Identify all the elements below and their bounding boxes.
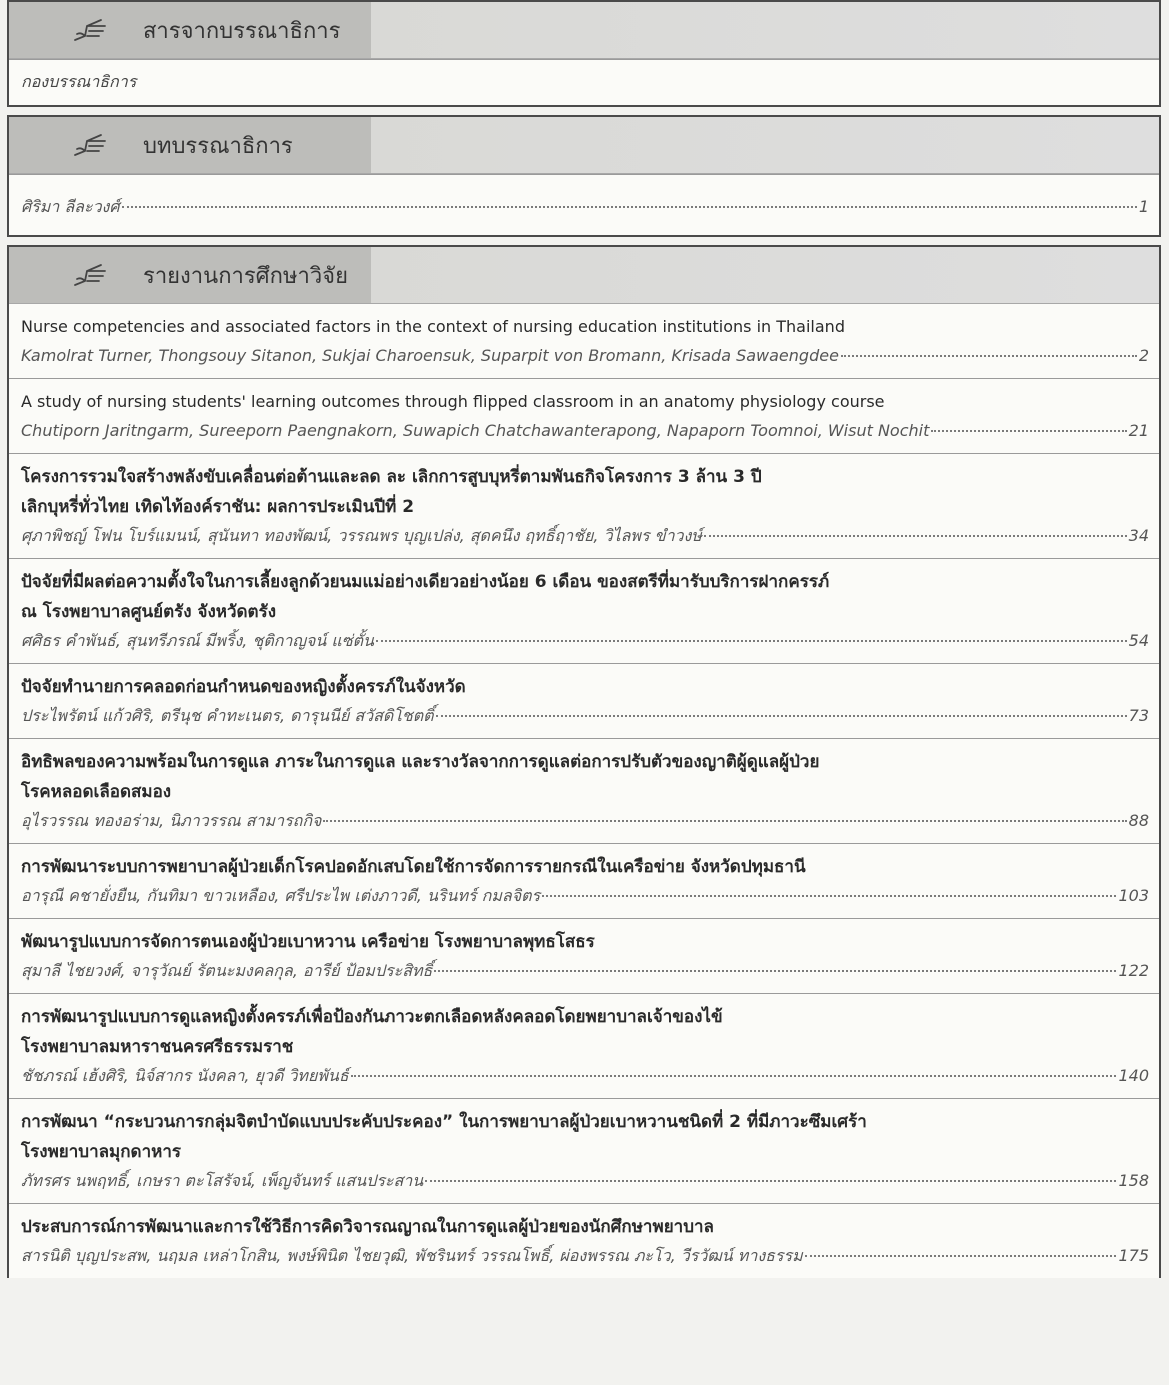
entry-title: โรงพยาบาลมุกดาหาร: [21, 1142, 181, 1162]
entry-page: 34: [1128, 526, 1149, 545]
entry-title: โรงพยาบาลมหาราชนครศรีธรรมราช: [21, 1037, 294, 1057]
entry-author-line: Kamolrat Turner, Thongsouy Sitanon, Sukj…: [21, 342, 1149, 370]
entry-author-line: อุไรวรรณ ทองอร่าม, นิภาวรรณ สามารถกิจ 88: [21, 807, 1149, 835]
entry-authors: สุมาลี ไชยวงศ์, จารุวัณย์ รัตนะมงคลกุล, …: [21, 961, 433, 980]
entry-page: 122: [1118, 961, 1149, 980]
section-title: บทบรรณาธิการ: [143, 133, 293, 159]
entry-list: Nurse competencies and associated factor…: [9, 304, 1159, 1278]
toc-entry[interactable]: ศิริมา ลีละวงศ์ 1: [9, 174, 1159, 235]
toc-entry[interactable]: A study of nursing students' learning ou…: [9, 378, 1159, 453]
toc-entry[interactable]: พัฒนารูปแบบการจัดการตนเองผู้ป่วยเบาหวาน …: [9, 918, 1159, 993]
entry-page: 88: [1128, 811, 1149, 830]
section-title: สารจากบรรณาธิการ: [143, 18, 341, 44]
section-header: บทบรรณาธิการ: [9, 117, 1159, 174]
entry-page: 1: [1138, 197, 1149, 216]
entry-authors: ศศิธร คำพันธ์, สุนทรีภรณ์ มีพริ้ง, ชุติก…: [21, 631, 374, 650]
entry-page: 103: [1118, 886, 1149, 905]
leader-dots: [840, 355, 1137, 357]
leader-dots: [323, 820, 1127, 822]
toc-entry[interactable]: ประสบการณ์การพัฒนาและการใช้วิธีการคิดวิจ…: [9, 1203, 1159, 1278]
entry-author-line: ศิริมา ลีละวงศ์ 1: [21, 193, 1149, 221]
section-editor-message: สารจากบรรณาธิการ กองบรรณาธิการ: [7, 0, 1161, 107]
author-line: กองบรรณาธิการ: [9, 59, 1159, 105]
leader-dots: [425, 1180, 1117, 1182]
entry-authors: ศิริมา ลีละวงศ์: [21, 197, 120, 216]
entry-title: พัฒนารูปแบบการจัดการตนเองผู้ป่วยเบาหวาน …: [21, 932, 595, 952]
entry-author-line: ชัชภรณ์ เฮ้งศิริ, นิจ์สากร นังคลา, ยุวดี…: [21, 1062, 1149, 1090]
entry-authors: สารนิติ บุญประสพ, นฤมล เหล่าโกสิน, พงษ์พ…: [21, 1246, 803, 1265]
entry-authors: Kamolrat Turner, Thongsouy Sitanon, Sukj…: [21, 346, 839, 365]
entry-title: โครงการรวมใจสร้างพลังขับเคลื่อนต่อต้านแล…: [21, 467, 762, 487]
entry-author-line: ศศิธร คำพันธ์, สุนทรีภรณ์ มีพริ้ง, ชุติก…: [21, 627, 1149, 655]
entry-authors: ชัชภรณ์ เฮ้งศิริ, นิจ์สากร นังคลา, ยุวดี…: [21, 1066, 349, 1085]
leader-dots: [375, 640, 1127, 642]
toc-entry[interactable]: อิทธิพลของความพร้อมในการดูแล ภาระในการดู…: [9, 738, 1159, 843]
pointing-hand-icon: [74, 264, 106, 286]
entry-authors: ภัทรศร นพฤทธิ์, เกษรา ตะโสรัจน์, เพ็ญจัน…: [21, 1171, 424, 1190]
entry-title: อิทธิพลของความพร้อมในการดูแล ภาระในการดู…: [21, 752, 820, 772]
entry-page: 158: [1118, 1171, 1149, 1190]
entry-authors: อารุณี คชายั่งยืน, กันทิมา ขาวเหลือง, ศร…: [21, 886, 541, 905]
entry-authors: ศุภาพิชญ์ โฟน โบร์แมนน์, สุนันทา ทองพัฒน…: [21, 526, 702, 545]
entry-title: การพัฒนารูปแบบการดูแลหญิงตั้งครรภ์เพื่อป…: [21, 1007, 723, 1027]
entry-title: ปัจจัยที่มีผลต่อความตั้งใจในการเลี้ยงลูก…: [21, 572, 830, 592]
leader-dots: [703, 535, 1127, 537]
entry-authors: อุไรวรรณ ทองอร่าม, นิภาวรรณ สามารถกิจ: [21, 811, 322, 830]
entry-page: 2: [1138, 346, 1149, 365]
section-title: รายงานการศึกษาวิจัย: [143, 263, 348, 289]
leader-dots: [804, 1255, 1117, 1257]
section-header: สารจากบรรณาธิการ: [9, 2, 1159, 59]
pointing-hand-icon: [74, 19, 106, 41]
table-of-contents: สารจากบรรณาธิการ กองบรรณาธิการ บทบรรณาธิ…: [7, 0, 1161, 1286]
entry-title: การพัฒนาระบบการพยาบาลผู้ป่วยเด็กโรคปอดอั…: [21, 857, 806, 877]
toc-entry[interactable]: การพัฒนารูปแบบการดูแลหญิงตั้งครรภ์เพื่อป…: [9, 993, 1159, 1098]
entry-page: 54: [1128, 631, 1149, 650]
leader-dots: [121, 206, 1137, 208]
toc-entry[interactable]: ปัจจัยที่มีผลต่อความตั้งใจในการเลี้ยงลูก…: [9, 558, 1159, 663]
toc-entry[interactable]: การพัฒนาระบบการพยาบาลผู้ป่วยเด็กโรคปอดอั…: [9, 843, 1159, 918]
pointing-hand-icon: [74, 134, 106, 156]
leader-dots: [350, 1075, 1117, 1077]
entry-author-line: Chutiporn Jaritngarm, Sureeporn Paengnak…: [21, 417, 1149, 445]
entry-title: ประสบการณ์การพัฒนาและการใช้วิธีการคิดวิจ…: [21, 1217, 714, 1237]
entry-author-line: ประไพรัตน์ แก้วศิริ, ตรีนุช คำทะเนตร, ดา…: [21, 702, 1149, 730]
leader-dots: [542, 895, 1117, 897]
entry-page: 140: [1118, 1066, 1149, 1085]
entry-title: การพัฒนา “กระบวนการกลุ่มจิตบำบัดแบบประคั…: [21, 1112, 867, 1132]
section-research-reports: รายงานการศึกษาวิจัย Nurse competencies a…: [7, 245, 1161, 1278]
toc-entry[interactable]: การพัฒนา “กระบวนการกลุ่มจิตบำบัดแบบประคั…: [9, 1098, 1159, 1203]
toc-entry[interactable]: โครงการรวมใจสร้างพลังขับเคลื่อนต่อต้านแล…: [9, 453, 1159, 558]
entry-page: 175: [1118, 1246, 1149, 1265]
entry-author-line: อารุณี คชายั่งยืน, กันทิมา ขาวเหลือง, ศร…: [21, 882, 1149, 910]
leader-dots: [931, 430, 1127, 432]
entry-authors: ประไพรัตน์ แก้วศิริ, ตรีนุช คำทะเนตร, ดา…: [21, 706, 434, 725]
entry-title: เลิกบุหรี่ทั่วไทย เทิดไท้องค์ราชัน: ผลกา…: [21, 497, 415, 517]
section-header: รายงานการศึกษาวิจัย: [9, 247, 1159, 304]
entry-title: โรคหลอดเลือดสมอง: [21, 782, 172, 802]
leader-dots: [435, 715, 1127, 717]
entry-page: 73: [1128, 706, 1149, 725]
entry-author-line: สารนิติ บุญประสพ, นฤมล เหล่าโกสิน, พงษ์พ…: [21, 1242, 1149, 1270]
entry-title: Nurse competencies and associated factor…: [21, 317, 845, 336]
entry-title: A study of nursing students' learning ou…: [21, 392, 885, 411]
entry-title: ปัจจัยทำนายการคลอดก่อนกำหนดของหญิงตั้งคร…: [21, 677, 466, 697]
entry-author-line: ศุภาพิชญ์ โฟน โบร์แมนน์, สุนันทา ทองพัฒน…: [21, 522, 1149, 550]
toc-entry[interactable]: ปัจจัยทำนายการคลอดก่อนกำหนดของหญิงตั้งคร…: [9, 663, 1159, 738]
entry-author-line: ภัทรศร นพฤทธิ์, เกษรา ตะโสรัจน์, เพ็ญจัน…: [21, 1167, 1149, 1195]
leader-dots: [434, 970, 1117, 972]
toc-entry[interactable]: Nurse competencies and associated factor…: [9, 304, 1159, 378]
entry-authors: Chutiporn Jaritngarm, Sureeporn Paengnak…: [21, 421, 930, 440]
entry-title: ณ โรงพยาบาลศูนย์ตรัง จังหวัดตรัง: [21, 602, 277, 622]
section-editorial: บทบรรณาธิการ ศิริมา ลีละวงศ์ 1: [7, 115, 1161, 237]
entry-author-line: สุมาลี ไชยวงศ์, จารุวัณย์ รัตนะมงคลกุล, …: [21, 957, 1149, 985]
entry-page: 21: [1128, 421, 1149, 440]
